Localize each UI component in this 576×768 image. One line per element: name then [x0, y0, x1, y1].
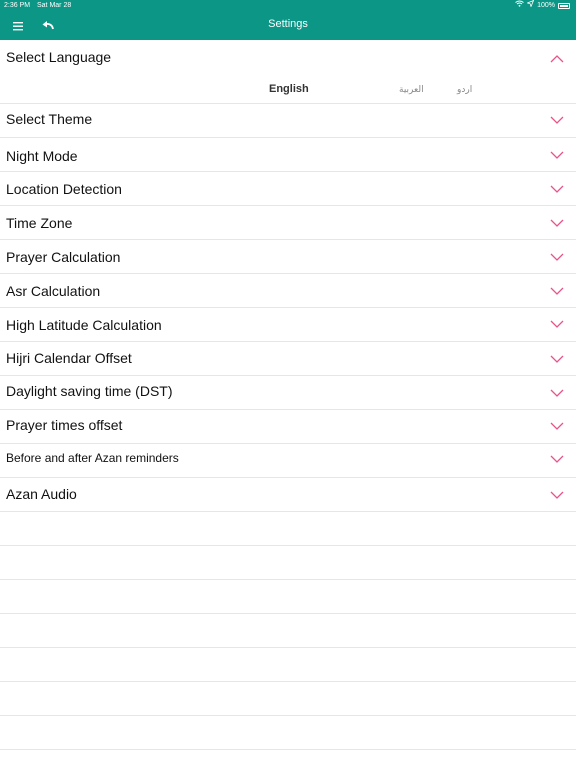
- setting-label: Daylight saving time (DST): [6, 383, 173, 399]
- wifi-icon: [515, 0, 524, 12]
- chevron-down-icon[interactable]: [550, 454, 564, 464]
- battery-percent: 100%: [537, 2, 555, 9]
- chevron-down-icon[interactable]: [550, 490, 564, 500]
- chevron-down-icon[interactable]: [550, 421, 564, 431]
- setting-label: High Latitude Calculation: [6, 317, 162, 333]
- chevron-down-icon[interactable]: [550, 286, 564, 296]
- chevron-down-icon[interactable]: [550, 319, 564, 329]
- empty-list-row: [0, 716, 576, 750]
- setting-row-select-language[interactable]: Select Language English العربية اردو: [0, 40, 576, 104]
- setting-label: Select Language: [6, 49, 112, 65]
- setting-label: Hijri Calendar Offset: [6, 350, 132, 366]
- setting-row-night-mode[interactable]: Night Mode: [0, 138, 576, 172]
- chevron-down-icon[interactable]: [550, 115, 564, 125]
- empty-list-row: [0, 648, 576, 682]
- setting-row-azan-reminders[interactable]: Before and after Azan reminders: [0, 444, 576, 478]
- setting-row-azan-audio[interactable]: Azan Audio: [0, 478, 576, 512]
- language-option-english[interactable]: English: [269, 83, 309, 95]
- setting-label: Azan Audio: [6, 486, 77, 502]
- language-option-urdu[interactable]: اردو: [457, 84, 472, 95]
- empty-list-row: [0, 580, 576, 614]
- status-date: Sat Mar 28: [37, 2, 72, 9]
- setting-row-asr-calculation[interactable]: Asr Calculation: [0, 274, 576, 308]
- setting-row-location-detection[interactable]: Location Detection: [0, 172, 576, 206]
- setting-label: Night Mode: [6, 148, 78, 164]
- chevron-down-icon[interactable]: [550, 184, 564, 194]
- chevron-down-icon[interactable]: [550, 150, 564, 160]
- setting-row-daylight-saving-time[interactable]: Daylight saving time (DST): [0, 376, 576, 410]
- chevron-down-icon[interactable]: [550, 252, 564, 262]
- chevron-up-icon[interactable]: [550, 54, 564, 64]
- location-arrow-icon: [526, 0, 535, 12]
- setting-label: Before and after Azan reminders: [6, 451, 179, 465]
- app-header: 2:36 PM Sat Mar 28 100% Settings: [0, 0, 576, 40]
- setting-label: Prayer times offset: [6, 417, 123, 433]
- empty-list-row: [0, 546, 576, 580]
- setting-row-select-theme[interactable]: Select Theme: [0, 104, 576, 138]
- chevron-down-icon[interactable]: [550, 354, 564, 364]
- setting-row-high-latitude-calculation[interactable]: High Latitude Calculation: [0, 308, 576, 342]
- status-bar: 2:36 PM Sat Mar 28 100%: [0, 0, 576, 12]
- language-option-arabic[interactable]: العربية: [399, 84, 424, 95]
- setting-label: Prayer Calculation: [6, 249, 121, 265]
- page-title: Settings: [268, 18, 308, 30]
- status-time: 2:36 PM: [4, 2, 31, 9]
- empty-list-row: [0, 614, 576, 648]
- setting-row-prayer-times-offset[interactable]: Prayer times offset: [0, 410, 576, 444]
- setting-label: Asr Calculation: [6, 283, 101, 299]
- setting-row-prayer-calculation[interactable]: Prayer Calculation: [0, 240, 576, 274]
- empty-list-row: [0, 682, 576, 716]
- chevron-down-icon[interactable]: [550, 218, 564, 228]
- settings-list: Select Language English العربية اردو Sel…: [0, 40, 576, 750]
- chevron-down-icon[interactable]: [550, 388, 564, 398]
- setting-row-hijri-calendar-offset[interactable]: Hijri Calendar Offset: [0, 342, 576, 376]
- nav-bar: Settings: [0, 12, 576, 40]
- status-right: 100%: [515, 0, 570, 12]
- setting-label: Time Zone: [6, 215, 73, 231]
- setting-row-time-zone[interactable]: Time Zone: [0, 206, 576, 240]
- setting-label: Location Detection: [6, 181, 122, 197]
- setting-label: Select Theme: [6, 111, 93, 127]
- empty-list-row: [0, 512, 576, 546]
- battery-icon: [558, 3, 570, 9]
